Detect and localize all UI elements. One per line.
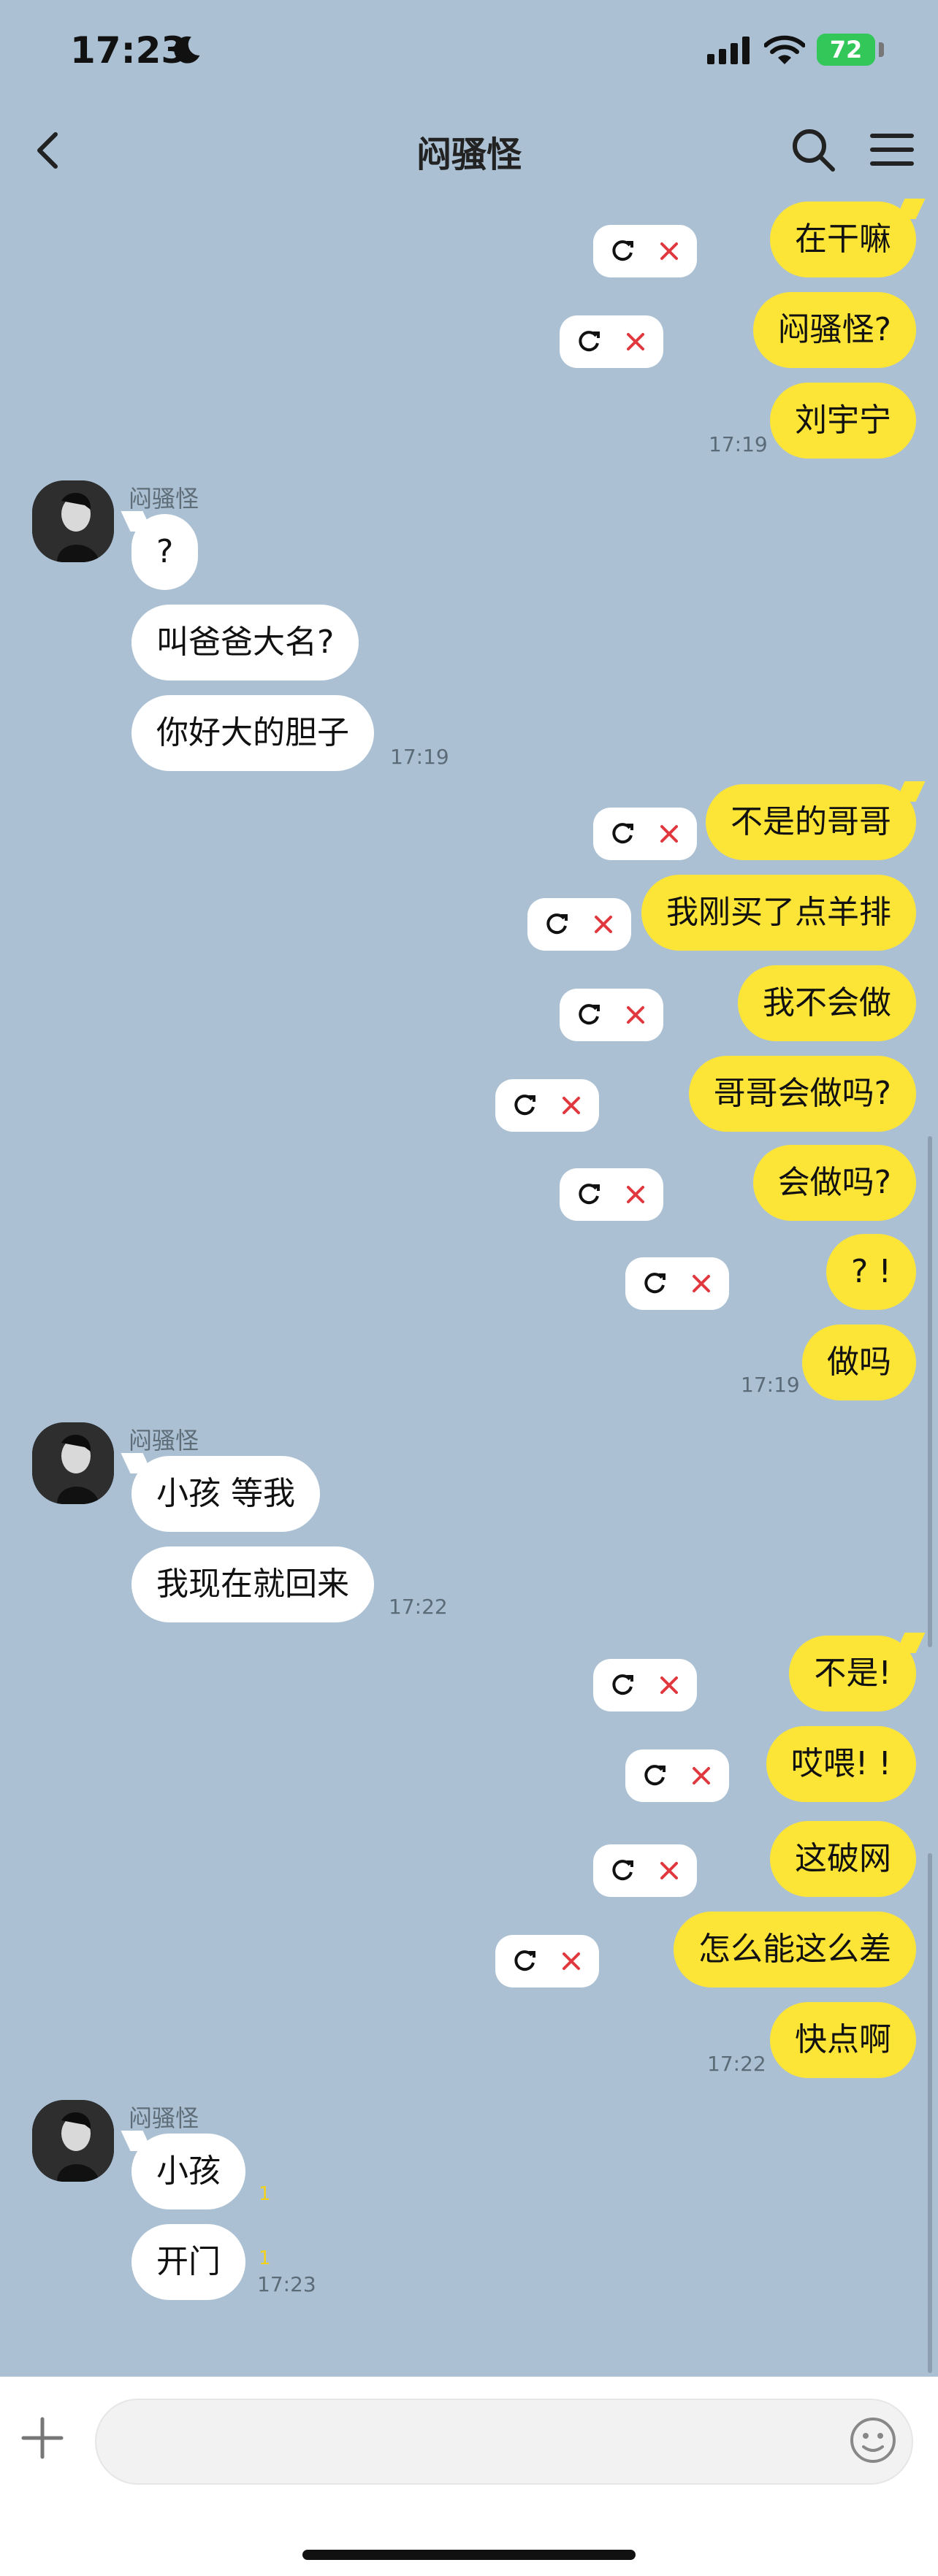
retry-icon[interactable] [510,1091,539,1120]
failed-message-controls [593,1844,697,1897]
delete-icon[interactable] [655,1671,684,1700]
delete-icon[interactable] [621,327,650,356]
failed-message-controls [593,808,697,860]
retry-icon[interactable] [608,237,637,266]
delete-icon[interactable] [621,1180,650,1209]
avatar[interactable] [32,480,114,562]
status-bar: 17:23 72 [0,0,938,102]
retry-icon[interactable] [574,327,603,356]
received-message[interactable]: ? [131,514,199,590]
sent-message[interactable]: 这破网 [770,1821,916,1897]
battery-tip [879,42,884,57]
delete-icon[interactable] [557,1091,586,1120]
received-message[interactable]: 开门 [131,2224,245,2300]
delete-icon[interactable] [655,237,684,266]
sent-message[interactable]: 怎么能这么差 [674,1912,916,1987]
retry-icon[interactable] [574,1180,603,1209]
received-message[interactable]: 小孩 等我 [131,1456,320,1532]
delete-icon[interactable] [687,1761,716,1790]
retry-icon[interactable] [640,1761,669,1790]
retry-icon[interactable] [608,819,637,848]
received-message[interactable]: 小孩 [131,2134,245,2209]
message-input[interactable] [95,2399,913,2485]
scrollbar[interactable] [928,1853,932,2373]
chat-header: 闷骚怪 [0,110,938,190]
plus-icon[interactable] [19,2415,66,2461]
received-message[interactable]: 叫爸爸大名? [131,605,359,681]
retry-icon[interactable] [510,1947,539,1976]
sent-message[interactable]: 闷骚怪? [752,292,916,368]
avatar[interactable] [32,2100,114,2182]
signal-icon [707,37,750,64]
failed-message-controls [560,315,663,368]
wifi-icon [764,35,805,64]
unread-count: 1 [259,2247,271,2269]
sent-message[interactable]: 刘宇宁 [770,383,916,459]
failed-message-controls [625,1749,729,1802]
message-timestamp: 17:19 [741,1373,800,1397]
failed-message-controls [625,1257,729,1310]
sent-message[interactable]: 不是! [789,1636,916,1711]
contact-name: 闷骚怪 [129,2104,199,2132]
failed-message-controls [593,225,697,277]
message-timestamp: 17:23 [257,2272,316,2296]
received-message[interactable]: 你好大的胆子 [131,695,374,771]
contact-name: 闷骚怪 [129,1427,199,1454]
failed-message-controls [495,1935,599,1987]
unread-count: 1 [259,2183,271,2205]
delete-icon[interactable] [655,819,684,848]
home-indicator [302,2550,636,2560]
retry-icon[interactable] [542,910,571,939]
sent-message[interactable]: 快点啊 [770,2002,916,2078]
failed-message-controls [560,1168,663,1221]
failed-message-controls [560,989,663,1041]
retry-icon[interactable] [608,1856,637,1885]
delete-icon[interactable] [621,1000,650,1030]
sent-message[interactable]: 我刚买了点羊排 [641,875,916,951]
sent-message[interactable]: 做吗 [802,1325,916,1400]
contact-name: 闷骚怪 [129,485,199,513]
message-timestamp: 17:19 [390,745,449,769]
sent-message[interactable]: 哎喂! ! [766,1726,916,1802]
sent-message[interactable]: 我不会做 [738,965,916,1041]
failed-message-controls [527,898,631,951]
delete-icon[interactable] [589,910,618,939]
retry-icon[interactable] [574,1000,603,1030]
sent-message[interactable]: 在干嘛 [770,202,916,277]
menu-icon[interactable] [868,126,916,174]
delete-icon[interactable] [557,1947,586,1976]
message-composer [0,2377,938,2576]
message-timestamp: 17:22 [707,2052,766,2076]
sent-message[interactable]: ? ! [826,1234,916,1310]
battery-indicator: 72 [817,34,875,66]
delete-icon[interactable] [655,1856,684,1885]
failed-message-controls [495,1079,599,1132]
search-icon[interactable] [788,124,839,175]
emoji-icon[interactable] [847,2415,899,2466]
sent-message[interactable]: 哥哥会做吗? [688,1056,916,1132]
avatar[interactable] [32,1422,114,1504]
message-timestamp: 17:19 [709,432,768,456]
delete-icon[interactable] [687,1269,716,1298]
sent-message[interactable]: 会做吗? [752,1145,916,1221]
sent-message[interactable]: 不是的哥哥 [706,784,916,860]
retry-icon[interactable] [608,1671,637,1700]
moon-icon [174,36,200,64]
failed-message-controls [593,1659,697,1711]
received-message[interactable]: 我现在就回来 [131,1546,374,1622]
scrollbar[interactable] [928,1136,932,1647]
message-timestamp: 17:22 [389,1595,448,1619]
retry-icon[interactable] [640,1269,669,1298]
